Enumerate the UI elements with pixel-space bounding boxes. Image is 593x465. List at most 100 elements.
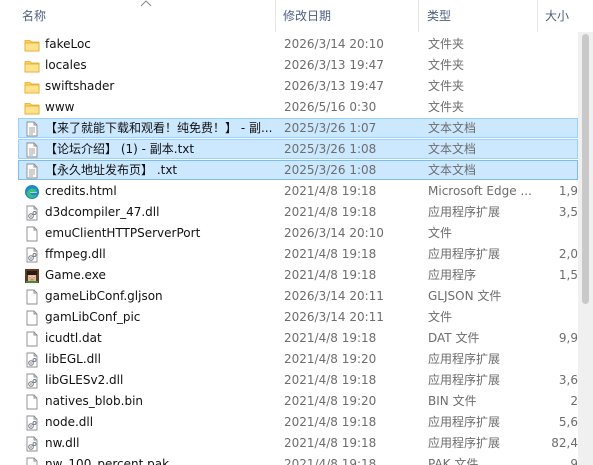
file-name: 【永久地址发布页】 .txt: [45, 163, 178, 177]
file-row[interactable]: gamLibConf_pic 2026/3/14 20:11 文件: [18, 307, 578, 327]
dll-file-icon: [24, 415, 40, 431]
file-name: 【论坛介绍】 (1) - 副本.txt: [45, 142, 195, 156]
file-size: [546, 77, 578, 95]
file-row[interactable]: fakeLoc 2026/3/14 20:10 文件夹: [18, 34, 578, 54]
file-type: Microsoft Edge ...: [428, 184, 532, 198]
file-type: 应用程序扩展: [428, 415, 501, 429]
file-row[interactable]: ffmpeg.dll 2021/4/8 19:18 应用程序扩展 2,0: [18, 244, 578, 264]
folder-icon: [24, 79, 40, 95]
file-row[interactable]: libGLESv2.dll 2021/4/8 19:18 应用程序扩展 3,6: [18, 370, 578, 390]
blank-file-icon: [24, 331, 40, 347]
blank-file-icon: [24, 226, 40, 242]
file-row[interactable]: emuClientHTTPServerPort 2026/3/14 20:10 文件: [18, 223, 578, 243]
file-name: credits.html: [45, 184, 117, 198]
column-divider[interactable]: [275, 0, 276, 32]
file-size: [546, 56, 578, 74]
file-name: natives_blob.bin: [45, 394, 144, 408]
file-modified-date: 2026/3/13 19:47: [284, 58, 384, 72]
column-header-type[interactable]: 类型: [427, 0, 451, 32]
file-modified-date: 2021/4/8 19:18: [284, 457, 377, 465]
file-row[interactable]: libEGL.dll 2021/4/8 19:20 应用程序扩展: [18, 349, 578, 369]
file-name: icudtl.dat: [45, 331, 102, 345]
file-name: gamLibConf_pic: [45, 310, 141, 324]
file-type: BIN 文件: [428, 394, 477, 408]
file-size: 9: [570, 457, 578, 465]
column-divider[interactable]: [418, 0, 419, 32]
file-modified-date: 2021/4/8 19:18: [284, 415, 377, 429]
file-name: gameLibConf.gljson: [45, 289, 163, 303]
file-type: 文本文档: [428, 121, 477, 135]
folder-icon: [24, 100, 40, 116]
column-header-date[interactable]: 修改日期: [283, 0, 331, 32]
file-row[interactable]: locales 2026/3/13 19:47 文件夹: [18, 55, 578, 75]
file-name: nw.dll: [45, 436, 80, 450]
file-modified-date: 2026/3/14 20:10: [284, 226, 384, 240]
file-size: 1,5: [558, 268, 578, 282]
file-row[interactable]: natives_blob.bin 2021/4/8 19:20 BIN 文件 2: [18, 391, 578, 411]
file-type: 应用程序: [428, 268, 477, 282]
file-type: PAK 文件: [428, 457, 479, 465]
file-size: [546, 98, 578, 116]
file-modified-date: 2021/4/8 19:18: [284, 184, 377, 198]
file-row[interactable]: nw_100_percent.pak 2021/4/8 19:18 PAK 文件 9: [18, 454, 578, 465]
file-size: [546, 161, 578, 179]
file-row[interactable]: gameLibConf.gljson 2026/3/14 20:11 GLJSON …: [18, 286, 578, 306]
dll-file-icon: [24, 373, 40, 389]
file-modified-date: 2025/3/26 1:08: [284, 163, 377, 177]
file-size: 1,9: [558, 184, 578, 198]
file-type: 应用程序扩展: [428, 205, 501, 219]
file-size: [546, 224, 578, 242]
blank-file-icon: [24, 289, 40, 305]
file-modified-date: 2021/4/8 19:20: [284, 394, 377, 408]
file-modified-date: 2026/3/14 20:11: [284, 289, 384, 303]
file-row[interactable]: 【来了就能下载和观看！纯免费！】 - 副... 2025/3/26 1:07 文本文…: [18, 118, 578, 138]
blank-file-icon: [24, 310, 40, 326]
file-row[interactable]: icudtl.dat 2021/4/8 19:18 DAT 文件 9,9: [18, 328, 578, 348]
file-modified-date: 2026/3/13 19:47: [284, 79, 384, 93]
file-name: d3dcompiler_47.dll: [45, 205, 160, 219]
blank-file-icon: [24, 394, 40, 410]
dll-file-icon: [24, 352, 40, 368]
file-modified-date: 2021/4/8 19:18: [284, 268, 377, 282]
file-row[interactable]: www 2026/5/16 0:30 文件夹: [18, 97, 578, 117]
file-type: 应用程序扩展: [428, 436, 501, 450]
column-header-size[interactable]: 大小: [545, 0, 569, 32]
file-row[interactable]: node.dll 2021/4/8 19:18 应用程序扩展 5,6: [18, 412, 578, 432]
vertical-scrollbar[interactable]: [578, 32, 593, 465]
file-modified-date: 2025/3/26 1:07: [284, 121, 377, 135]
file-row[interactable]: 【永久地址发布页】 .txt 2025/3/26 1:08 文本文档: [18, 160, 578, 180]
file-modified-date: 2026/3/14 20:11: [284, 310, 384, 324]
file-type: 文本文档: [428, 163, 477, 177]
file-size: 5,6: [558, 415, 578, 429]
file-row[interactable]: credits.html 2021/4/8 19:18 Microsoft Edge…: [18, 181, 578, 201]
file-type: 应用程序扩展: [428, 247, 501, 261]
file-row[interactable]: Game.exe 2021/4/8 19:18 应用程序 1,5: [18, 265, 578, 285]
file-type: 文件夹: [428, 79, 465, 93]
text-document-icon: [24, 142, 40, 158]
file-modified-date: 2026/3/14 20:10: [284, 37, 384, 51]
folder-icon: [24, 58, 40, 74]
file-modified-date: 2025/3/26 1:08: [284, 142, 377, 156]
file-name: swiftshader: [45, 79, 115, 93]
file-row[interactable]: 【论坛介绍】 (1) - 副本.txt 2025/3/26 1:08 文本文档: [18, 139, 578, 159]
dll-file-icon: [24, 436, 40, 452]
file-size: [546, 119, 578, 137]
file-size: 82,4: [551, 436, 578, 450]
column-divider[interactable]: [537, 0, 538, 32]
file-size: 2: [570, 394, 578, 408]
file-row[interactable]: nw.dll 2021/4/8 19:18 应用程序扩展 82,4: [18, 433, 578, 453]
sort-ascending-icon: [140, 0, 152, 7]
file-modified-date: 2021/4/8 19:18: [284, 205, 377, 219]
game-exe-icon: [24, 268, 40, 284]
file-type: 文件: [428, 226, 453, 240]
file-row[interactable]: swiftshader 2026/3/13 19:47 文件夹: [18, 76, 578, 96]
file-name: libEGL.dll: [45, 352, 101, 366]
scrollbar-thumb[interactable]: [582, 34, 589, 304]
file-name: emuClientHTTPServerPort: [45, 226, 201, 240]
file-name: 【来了就能下载和观看！纯免费！】 - 副...: [45, 121, 273, 135]
file-size: [546, 287, 578, 305]
column-header-name[interactable]: 名称: [22, 0, 46, 32]
file-row[interactable]: d3dcompiler_47.dll 2021/4/8 19:18 应用程序扩展 3,…: [18, 202, 578, 222]
file-type: 应用程序扩展: [428, 373, 501, 387]
file-name: www: [45, 100, 75, 114]
